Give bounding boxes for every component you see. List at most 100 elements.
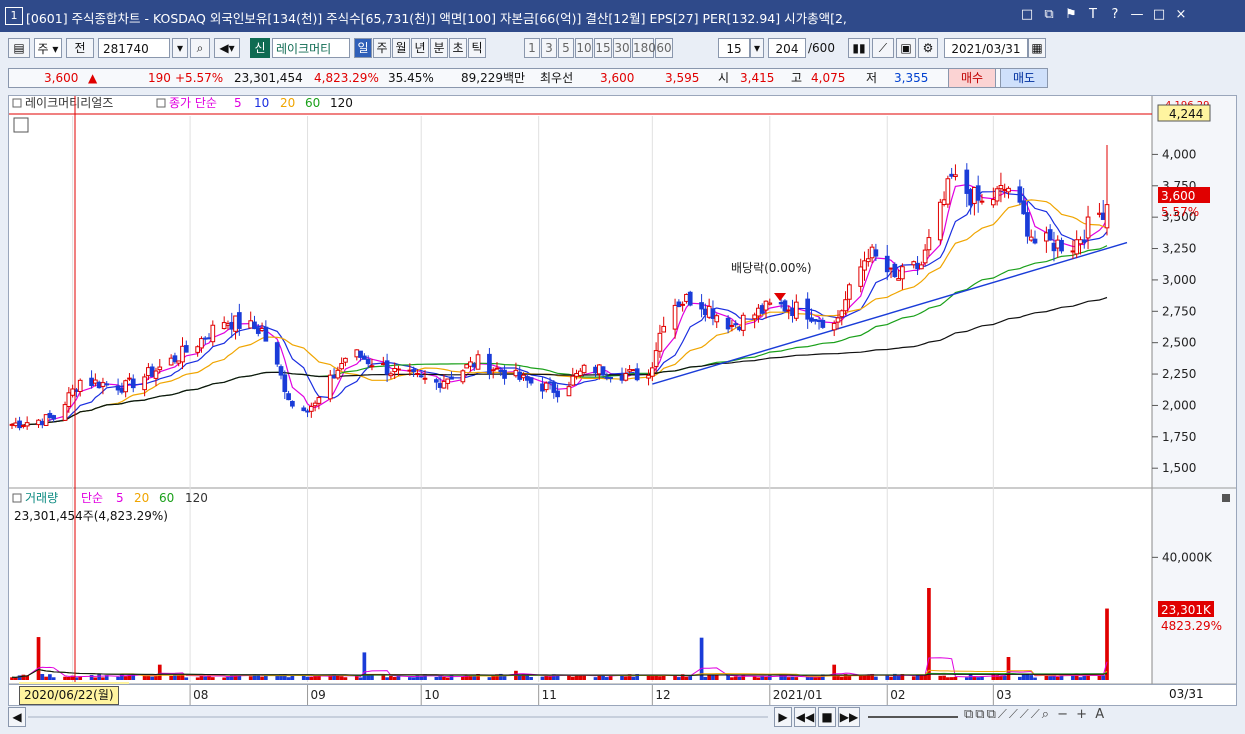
candle-body xyxy=(926,237,932,251)
play-icon[interactable]: ▶ xyxy=(774,707,792,727)
help-icon[interactable]: ? xyxy=(1106,6,1124,24)
scroll-track[interactable] xyxy=(28,716,768,718)
month-label: 08 xyxy=(193,688,208,702)
search-icon[interactable]: ⌕ xyxy=(190,38,210,58)
candle-body xyxy=(335,369,341,379)
stock-chart-svg[interactable]: 1,500 1,750 2,000 2,250 2,500 2,750 3,000 3,250… xyxy=(9,96,1236,685)
volume-bar xyxy=(1074,675,1079,680)
interval-button-5[interactable]: 30 xyxy=(613,38,631,58)
line-tool-icon[interactable]: ⟋ xyxy=(872,38,894,58)
volume-bar xyxy=(654,675,658,680)
top-price-badge-text: 4,244 xyxy=(1169,107,1203,121)
candle-body xyxy=(869,246,875,259)
scroll-left-icon[interactable]: ◀ xyxy=(8,707,26,727)
speaker-icon[interactable]: ◀▾ xyxy=(214,38,240,58)
price-panel-name[interactable]: 레이크머티리얼즈 xyxy=(25,96,113,110)
candle-body xyxy=(672,304,678,330)
interval-button-7[interactable]: 60 xyxy=(655,38,673,58)
font-icon[interactable]: T xyxy=(1084,6,1102,24)
interval-button-2[interactable]: 5 xyxy=(558,38,574,58)
interval-button-0[interactable]: 1 xyxy=(524,38,540,58)
layout-icon[interactable]: □ xyxy=(1018,6,1036,24)
stock-type-select[interactable]: 주 ▾ xyxy=(34,38,62,58)
save-icon[interactable]: ▣ xyxy=(896,38,916,58)
candle-body xyxy=(362,355,367,360)
candle-body xyxy=(756,307,761,317)
interval-button-4[interactable]: 15 xyxy=(594,38,612,58)
period-tab-5[interactable]: 초 xyxy=(449,38,467,58)
buy-button[interactable]: 매수 xyxy=(948,68,996,88)
period-tab-1[interactable]: 주 xyxy=(373,38,391,58)
volume-bar xyxy=(449,675,454,680)
candle-body xyxy=(51,415,57,420)
stock-name-field[interactable]: 레이크머티 xyxy=(272,38,350,58)
menu-icon[interactable]: ▤ xyxy=(8,38,30,58)
forward-icon[interactable]: ▶▶ xyxy=(838,707,860,727)
volume-bar xyxy=(44,676,48,680)
candle-body xyxy=(778,301,784,305)
gear-icon[interactable]: ⚙ xyxy=(918,38,938,58)
period-tab-4[interactable]: 분 xyxy=(430,38,448,58)
zoom-slider[interactable] xyxy=(868,716,958,718)
candle-body xyxy=(740,314,746,331)
candle-body xyxy=(225,323,231,326)
prev-button[interactable]: 전 xyxy=(66,38,94,58)
price-tick-label: 2,000 xyxy=(1162,398,1196,412)
candle-body xyxy=(100,382,106,387)
credit-badge[interactable]: 신 xyxy=(250,38,270,58)
drawing-tools-icon[interactable]: ⧉⧉⧉⟋⟋⟋⟋⌕ − + A xyxy=(964,707,1106,722)
volume-bar xyxy=(21,674,26,680)
volume-bar xyxy=(184,677,189,680)
count-input[interactable]: 204 xyxy=(768,38,806,58)
period-tab-0[interactable]: 일 xyxy=(354,38,372,58)
close-button[interactable]: × xyxy=(1172,6,1190,24)
interval-select[interactable]: 15 xyxy=(718,38,750,58)
chart-area[interactable]: 1,500 1,750 2,000 2,250 2,500 2,750 3,000 3,250… xyxy=(8,95,1237,685)
candle-body xyxy=(380,363,386,366)
rewind-icon[interactable]: ◀◀ xyxy=(794,707,816,727)
candle-body xyxy=(805,298,811,320)
candle-body xyxy=(623,373,629,381)
volume-bar xyxy=(120,673,124,680)
date-input[interactable]: 2021/03/31 xyxy=(944,38,1028,58)
candle-body xyxy=(699,302,704,310)
interval-button-3[interactable]: 10 xyxy=(575,38,593,58)
candle-body xyxy=(388,373,394,377)
candle-body xyxy=(464,364,470,369)
candle-icon[interactable]: ▮▮ xyxy=(848,38,870,58)
sell-button[interactable]: 매도 xyxy=(1000,68,1048,88)
candle-body xyxy=(786,309,792,312)
candle-body xyxy=(581,364,587,374)
copy-window-icon[interactable]: ⧉ xyxy=(1040,6,1058,24)
chevron-down-icon[interactable]: ▾ xyxy=(172,38,188,58)
volume-bar xyxy=(40,674,45,680)
stop-icon[interactable]: ■ xyxy=(818,707,836,727)
window-number: 1 xyxy=(5,7,23,25)
calendar-icon[interactable]: ▦ xyxy=(1028,38,1046,58)
candle-body xyxy=(210,324,216,343)
period-tab-2[interactable]: 월 xyxy=(392,38,410,58)
period-tab-6[interactable]: 틱 xyxy=(468,38,486,58)
period-tab-3[interactable]: 년 xyxy=(411,38,429,58)
interval-button-6[interactable]: 180 xyxy=(632,38,656,58)
volume-bar xyxy=(222,677,227,680)
candle-body xyxy=(331,374,337,379)
interval-chevron-icon[interactable]: ▾ xyxy=(750,38,764,58)
candle-body xyxy=(274,342,280,365)
candle-body xyxy=(900,266,905,280)
interval-button-1[interactable]: 3 xyxy=(541,38,557,58)
volume-bar xyxy=(203,676,208,680)
volume-panel-menu-icon[interactable] xyxy=(1222,494,1230,502)
candle-body xyxy=(354,349,360,358)
candle-body xyxy=(369,365,375,368)
pin-icon[interactable]: ⚑ xyxy=(1062,6,1080,24)
maximize-button[interactable]: □ xyxy=(1150,6,1168,24)
volume-bar xyxy=(976,677,981,680)
candle-body xyxy=(703,308,708,316)
volume-bar xyxy=(260,676,264,680)
volume-pct: 4,823.29% xyxy=(314,71,379,85)
candle-body xyxy=(657,332,663,352)
minimize-button[interactable]: — xyxy=(1128,6,1146,24)
stock-code-input[interactable]: 281740 xyxy=(98,38,170,58)
grid-table-icon[interactable] xyxy=(13,117,29,133)
